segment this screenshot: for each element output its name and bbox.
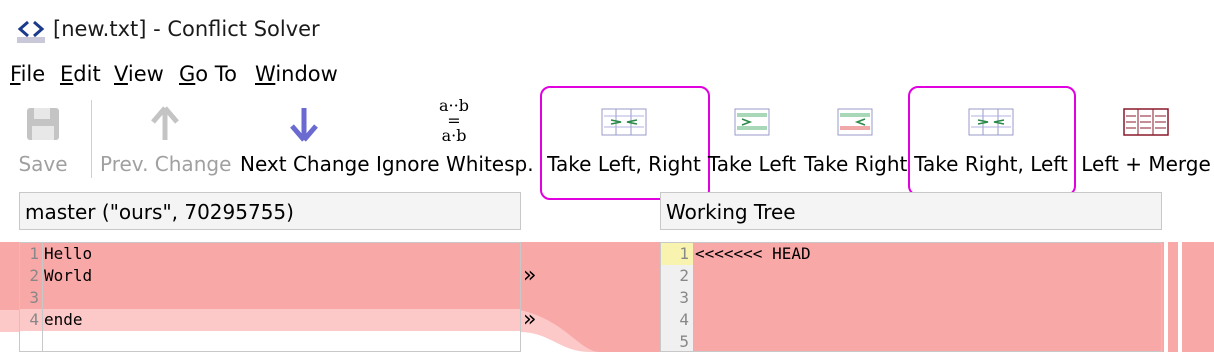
save-label: Save (18, 152, 68, 176)
take-block-arrow[interactable]: » (523, 263, 536, 288)
left-margin-conflict-light (0, 310, 19, 332)
right-pane-title: Working Tree (660, 192, 1162, 230)
ignore-whitespace-button[interactable]: a··b = a·b Ignore Whitesp. (376, 96, 534, 182)
highlight-take-right-left (908, 86, 1076, 196)
left-pane-title: master ("ours", 70295755) (19, 192, 521, 230)
arrow-up-icon (151, 106, 179, 140)
connector-curve (520, 310, 661, 352)
menu-goto[interactable]: Go To (179, 62, 237, 86)
prev-change-button[interactable]: Prev. Change (100, 98, 232, 182)
menu-window[interactable]: Window (255, 62, 338, 86)
left-line-2: 2 World (29, 266, 93, 285)
right-line-2: 2 (679, 266, 689, 285)
highlight-take-left-right (540, 86, 710, 200)
save-button[interactable]: Save (12, 98, 74, 182)
take-line-arrow[interactable]: » (523, 307, 536, 332)
left-pane[interactable]: 1 Hello 2 World 3 4 ende (19, 242, 521, 352)
right-line-3: 3 (679, 288, 689, 307)
app-icon (17, 20, 45, 43)
take-left-icon (734, 108, 770, 136)
left-merge-button[interactable]: Left + Merge (1080, 98, 1212, 182)
save-icon (27, 108, 59, 140)
ignore-whitespace-icon: a··b = a·b (439, 96, 469, 145)
next-change-label: Next Change (240, 152, 370, 176)
take-left-button[interactable]: Take Left (706, 98, 798, 182)
left-merge-icon (1123, 108, 1169, 136)
menu-edit[interactable]: Edit (60, 62, 101, 86)
overview-ruler[interactable] (1182, 242, 1214, 352)
right-line-1: 1 <<<<<<< HEAD (679, 244, 811, 263)
window-title: [new.txt] - Conflict Solver (53, 17, 320, 41)
right-pane[interactable]: 1 <<<<<<< HEAD 2 3 4 5 (660, 242, 1162, 352)
toolbar-separator (91, 100, 92, 178)
next-change-button[interactable]: Next Change (240, 98, 370, 182)
prev-change-label: Prev. Change (100, 152, 232, 176)
ignore-whitespace-label: Ignore Whitesp. (376, 152, 534, 176)
arrow-down-icon (290, 108, 318, 142)
menu-view[interactable]: View (114, 62, 164, 86)
left-line-1: 1 Hello (29, 244, 93, 263)
take-right-label: Take Right (804, 152, 908, 176)
take-right-button[interactable]: Take Right (804, 98, 908, 182)
left-line-3: 3 (29, 288, 39, 307)
take-left-label: Take Left (707, 152, 797, 176)
connector-conflict (520, 242, 661, 310)
right-line-5: 5 (679, 332, 689, 351)
right-line-4: 4 (679, 310, 689, 329)
left-merge-label: Left + Merge (1081, 152, 1211, 176)
take-right-icon (837, 108, 873, 136)
left-margin-conflict (0, 242, 19, 310)
menu-file[interactable]: File (10, 62, 45, 86)
overview-ruler-conflict (1168, 242, 1178, 352)
left-line-4: 4 ende (29, 310, 83, 329)
right-margin-strip (1162, 242, 1164, 352)
